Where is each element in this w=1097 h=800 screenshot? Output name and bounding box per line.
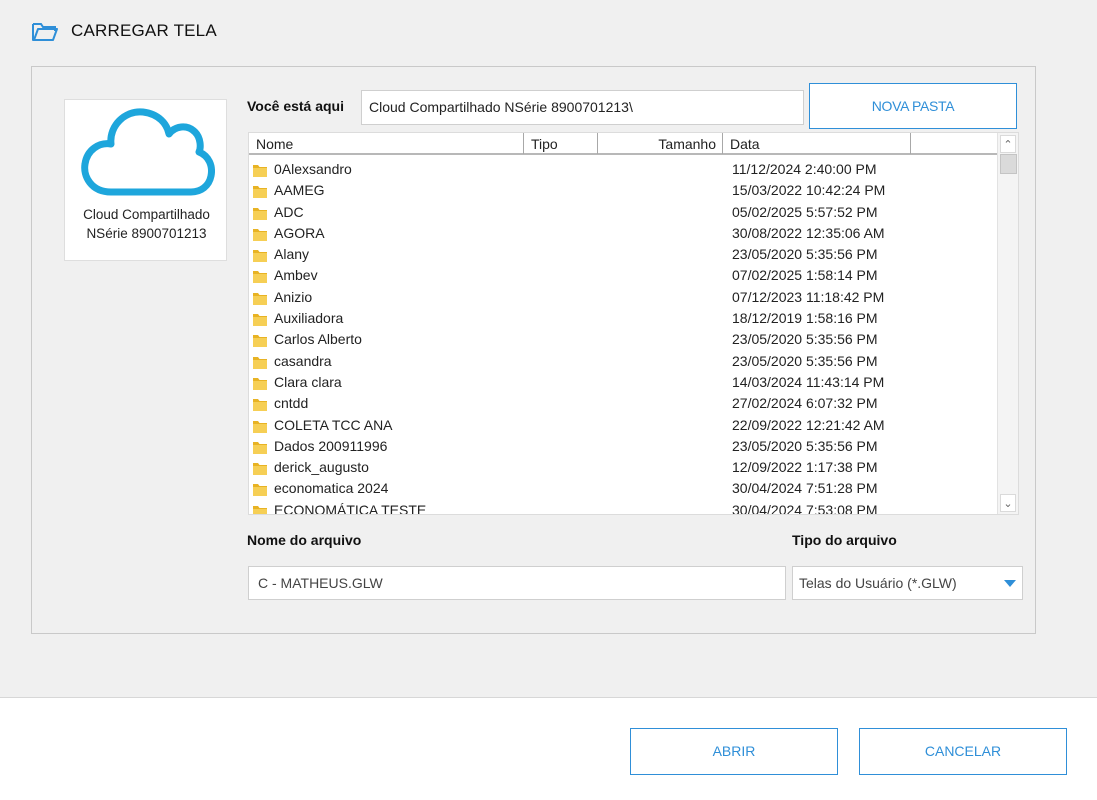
file-name: Auxiliadora <box>274 310 344 327</box>
file-name: AGORA <box>274 224 325 241</box>
folder-icon <box>252 311 268 327</box>
file-name: casandra <box>274 352 332 369</box>
cancel-button[interactable]: CANCELAR <box>859 728 1067 775</box>
file-name: Clara clara <box>274 373 342 390</box>
file-row[interactable]: Anizio 07/12/2023 11:18:42 PM <box>249 287 997 308</box>
column-header-data[interactable]: Data <box>723 133 911 154</box>
file-date: 30/04/2024 7:53:08 PM <box>732 501 878 515</box>
file-row[interactable]: COLETA TCC ANA 22/09/2022 12:21:42 AM <box>249 415 997 436</box>
file-name: AAMEG <box>274 182 325 199</box>
file-name: ECONOMÁTICA TESTE <box>274 501 427 515</box>
folder-icon <box>252 268 268 284</box>
file-name: Anizio <box>274 288 313 305</box>
filetype-label: Tipo do arquivo <box>792 532 897 548</box>
column-header-tamanho[interactable]: Tamanho <box>598 133 723 154</box>
file-name: COLETA TCC ANA <box>274 416 393 433</box>
file-row[interactable]: Carlos Alberto 23/05/2020 5:35:56 PM <box>249 329 997 350</box>
file-row[interactable]: casandra 23/05/2020 5:35:56 PM <box>249 351 997 372</box>
file-date: 23/05/2020 5:35:56 PM <box>732 331 878 348</box>
file-row[interactable]: AAMEG 15/03/2022 10:42:24 PM <box>249 180 997 201</box>
file-date: 07/02/2025 1:58:14 PM <box>732 267 878 284</box>
file-row[interactable]: Alany 23/05/2020 5:35:56 PM <box>249 244 997 265</box>
path-label: Você está aqui <box>247 98 345 114</box>
file-name: derick_augusto <box>274 459 369 476</box>
folder-icon <box>252 418 268 434</box>
file-date: 27/02/2024 6:07:32 PM <box>732 395 878 412</box>
file-date: 23/05/2020 5:35:56 PM <box>732 246 878 263</box>
column-header-nome[interactable]: Nome <box>249 133 524 154</box>
file-row[interactable]: Ambev 07/02/2025 1:58:14 PM <box>249 265 997 286</box>
column-headers: Nome Tipo Tamanho Data <box>249 133 997 155</box>
file-row[interactable]: derick_augusto 12/09/2022 1:17:38 PM <box>249 457 997 478</box>
location-cloud-shared[interactable]: Cloud Compartilhado NSérie 8900701213 <box>64 99 227 261</box>
file-name: 0Alexsandro <box>274 161 352 177</box>
folder-icon <box>252 205 268 221</box>
file-list[interactable]: Nome Tipo Tamanho Data 0Alexsandro 11/12/… <box>248 132 1019 515</box>
file-name: economatica 2024 <box>274 480 389 497</box>
file-date: 12/09/2022 1:17:38 PM <box>732 459 878 476</box>
file-row[interactable]: Clara clara 14/03/2024 11:43:14 PM <box>249 372 997 393</box>
current-path-field[interactable]: Cloud Compartilhado NSérie 8900701213\ <box>361 90 804 125</box>
file-date: 30/04/2024 7:51:28 PM <box>732 480 878 497</box>
cloud-icon <box>81 108 215 196</box>
file-name: Alany <box>274 246 310 263</box>
filename-label: Nome do arquivo <box>247 532 362 548</box>
dialog-title: CARREGAR TELA <box>71 21 217 40</box>
file-row[interactable]: Auxiliadora 18/12/2019 1:58:16 PM <box>249 308 997 329</box>
folder-icon <box>252 503 268 514</box>
folder-icon <box>252 354 268 370</box>
file-name: Ambev <box>274 267 318 284</box>
file-row[interactable]: economatica 2024 30/04/2024 7:51:28 PM <box>249 478 997 499</box>
column-header-tipo[interactable]: Tipo <box>524 133 598 154</box>
file-date: 18/12/2019 1:58:16 PM <box>732 310 878 327</box>
folder-icon <box>252 439 268 455</box>
file-row[interactable]: cntdd 27/02/2024 6:07:32 PM <box>249 393 997 414</box>
file-row[interactable]: 0Alexsandro 11/12/2024 2:40:00 PM <box>249 159 997 180</box>
file-row[interactable]: ADC 05/02/2025 5:57:52 PM <box>249 202 997 223</box>
dialog-header: CARREGAR TELA <box>0 0 1097 62</box>
new-folder-button[interactable]: NOVA PASTA <box>809 83 1017 129</box>
file-row[interactable]: ECONOMÁTICA TESTE 30/04/2024 7:53:08 PM <box>249 500 997 515</box>
file-name: Dados 200911996 <box>274 437 388 454</box>
filetype-selected: Telas do Usuário (*.GLW) <box>799 575 957 591</box>
folder-icon <box>252 183 268 199</box>
file-date: 22/09/2022 12:21:42 AM <box>732 416 885 433</box>
file-date: 23/05/2020 5:35:56 PM <box>732 352 878 369</box>
chevron-down-icon[interactable] <box>1004 580 1016 587</box>
file-date: 11/12/2024 2:40:00 PM <box>732 161 877 177</box>
scroll-up-icon[interactable]: ⌃ <box>1000 135 1016 153</box>
filetype-select[interactable]: Telas do Usuário (*.GLW) <box>792 566 1023 600</box>
file-date: 14/03/2024 11:43:14 PM <box>732 373 885 390</box>
folder-icon <box>252 290 268 306</box>
folder-open-icon <box>31 20 59 44</box>
file-date: 15/03/2022 10:42:24 PM <box>732 182 886 199</box>
folder-icon <box>252 375 268 391</box>
file-date: 07/12/2023 11:18:42 PM <box>732 288 885 305</box>
file-rows: 0Alexsandro 11/12/2024 2:40:00 PM AAMEG 15/… <box>249 159 997 515</box>
scroll-down-icon[interactable]: ⌄ <box>1000 494 1016 512</box>
filename-input[interactable] <box>248 566 786 600</box>
folder-icon <box>252 247 268 263</box>
file-date: 23/05/2020 5:35:56 PM <box>732 437 878 454</box>
file-name: ADC <box>274 203 304 220</box>
file-date: 30/08/2022 12:35:06 AM <box>732 224 885 241</box>
scroll-thumb[interactable] <box>1000 154 1017 174</box>
folder-icon <box>252 226 268 242</box>
folder-icon <box>252 162 268 178</box>
open-button[interactable]: ABRIR <box>630 728 838 775</box>
location-label: Cloud Compartilhado NSérie 8900701213 <box>83 207 210 241</box>
vertical-scrollbar[interactable]: ⌃ ⌄ <box>997 133 1018 514</box>
column-header-empty <box>911 133 997 154</box>
file-date: 05/02/2025 5:57:52 PM <box>732 203 878 220</box>
file-row[interactable]: AGORA 30/08/2022 12:35:06 AM <box>249 223 997 244</box>
folder-icon <box>252 460 268 476</box>
file-name: Carlos Alberto <box>274 331 362 348</box>
folder-icon <box>252 396 268 412</box>
folder-icon <box>252 332 268 348</box>
file-name: cntdd <box>274 395 309 412</box>
file-row[interactable]: Dados 200911996 23/05/2020 5:35:56 PM <box>249 436 997 457</box>
folder-icon <box>252 481 268 497</box>
